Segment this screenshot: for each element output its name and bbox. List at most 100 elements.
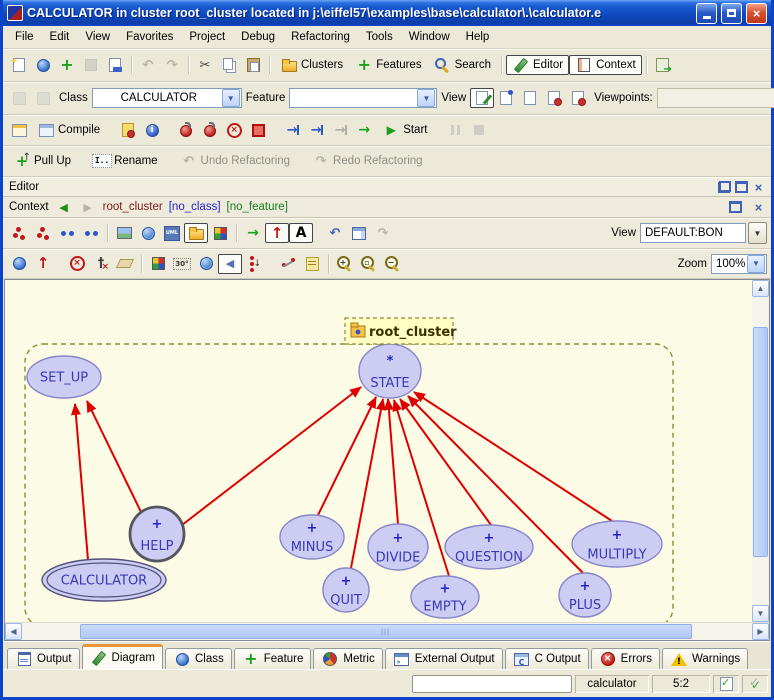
cut-icon[interactable]	[193, 55, 217, 75]
vertical-scrollbar[interactable]: ▲ ▼	[752, 280, 769, 622]
zoom-in-icon[interactable]	[333, 254, 357, 274]
minimize-button[interactable]	[696, 3, 717, 24]
scroll-right-button[interactable]: ▶	[752, 623, 769, 640]
close-button[interactable]: ×	[746, 3, 767, 24]
melt-icon[interactable]	[7, 120, 31, 140]
step-into-icon[interactable]	[280, 120, 304, 140]
contract-view-icon[interactable]	[542, 88, 566, 108]
context-maximize-icon[interactable]	[729, 201, 742, 213]
context-toggle[interactable]: Context	[569, 55, 642, 75]
diagram-node-multiply[interactable]: +MULTIPLY	[572, 521, 662, 567]
labels-icon[interactable]	[289, 223, 313, 243]
feature-combo[interactable]: ▼	[289, 88, 437, 108]
panel-restore-icon[interactable]	[718, 181, 731, 193]
features-button[interactable]: Features	[349, 55, 427, 75]
link-tool-icon[interactable]	[276, 254, 300, 274]
rotate-icon[interactable]	[170, 254, 194, 274]
menu-item-view[interactable]: View	[77, 28, 118, 46]
cluster-tag[interactable]: root_cluster	[345, 318, 457, 344]
class-links-icon[interactable]	[7, 223, 31, 243]
run-to-cursor-icon[interactable]	[352, 120, 376, 140]
color-legend-icon[interactable]	[208, 223, 232, 243]
copy-icon[interactable]	[217, 55, 241, 75]
zoom-out-icon[interactable]	[381, 254, 405, 274]
menu-item-favorites[interactable]: Favorites	[118, 28, 181, 46]
menu-item-help[interactable]: Help	[458, 28, 498, 46]
diagram-view-dropdown[interactable]: ▼	[748, 222, 767, 244]
tab-c-output[interactable]: C Output	[505, 648, 589, 669]
editor-view-icon[interactable]	[470, 88, 494, 108]
new-window-icon[interactable]	[7, 55, 31, 75]
diagram-undo-icon[interactable]	[323, 223, 347, 243]
menu-item-file[interactable]: File	[7, 28, 42, 46]
tab-external-output[interactable]: External Output	[385, 648, 503, 669]
inheritance-mode-icon[interactable]	[265, 223, 289, 243]
chevron-down-icon[interactable]: ▼	[747, 255, 765, 273]
new-inheritance-link-icon[interactable]	[31, 254, 55, 274]
diagram-view-combo[interactable]: DEFAULT:BON	[640, 223, 746, 243]
diagram-history-icon[interactable]	[347, 223, 371, 243]
editor-toggle[interactable]: Editor	[506, 55, 569, 75]
context-close-icon[interactable]: ×	[752, 201, 765, 213]
inheritance-edge-divide-to-state[interactable]	[388, 399, 398, 524]
panel-close-icon[interactable]: ×	[752, 181, 765, 193]
menu-item-tools[interactable]: Tools	[358, 28, 401, 46]
horizontal-scroll-thumb[interactable]	[80, 624, 692, 639]
tab-warnings[interactable]: Warnings	[662, 648, 748, 669]
external-editor-icon[interactable]	[651, 55, 675, 75]
new-class-icon[interactable]	[31, 55, 55, 75]
scroll-down-button[interactable]: ▼	[752, 605, 769, 622]
tab-diagram[interactable]: Diagram	[82, 644, 163, 669]
scroll-left-button[interactable]: ◀	[5, 623, 22, 640]
maximize-button[interactable]	[721, 3, 742, 24]
context-back-icon[interactable]	[55, 199, 73, 215]
flat-view-icon[interactable]	[494, 88, 518, 108]
inheritance-edge-calculator-to-set_up[interactable]	[75, 404, 88, 560]
horizontal-scroll-track[interactable]	[22, 623, 752, 640]
delete-icon[interactable]	[65, 254, 89, 274]
search-button[interactable]: Search	[428, 55, 497, 75]
menu-item-debug[interactable]: Debug	[233, 28, 283, 46]
clusters-button[interactable]: Clusters	[274, 55, 349, 75]
eraser-icon[interactable]	[113, 254, 137, 274]
client-links-icon[interactable]	[79, 223, 103, 243]
export-image-icon[interactable]	[112, 223, 136, 243]
class-combo[interactable]: CALCULATOR▼	[92, 88, 242, 108]
vertical-scroll-track[interactable]	[752, 297, 769, 605]
zoom-fit-icon[interactable]	[357, 254, 381, 274]
supplier-links-icon[interactable]	[55, 223, 79, 243]
debug-run-icon[interactable]	[174, 120, 198, 140]
diagram-node-empty[interactable]: +EMPTY	[411, 576, 479, 618]
tab-feature[interactable]: Feature	[234, 648, 312, 669]
diagram-node-set_up[interactable]: SET_UP	[27, 356, 101, 398]
diagram-node-quit[interactable]: +QUIT	[323, 568, 369, 612]
ignore-breakpoints-icon[interactable]	[222, 120, 246, 140]
inheritance-edge-help-to-set_up[interactable]	[87, 401, 141, 512]
zoom-combo[interactable]: 100%▼	[711, 254, 767, 274]
notes-icon[interactable]	[300, 254, 324, 274]
pull-up-button[interactable]: Pull Up	[7, 151, 77, 171]
client-supplier-mode-icon[interactable]	[241, 223, 265, 243]
chevron-down-icon[interactable]: ▼	[417, 89, 435, 107]
diagram-node-minus[interactable]: +MINUS	[280, 515, 344, 559]
back-view-icon[interactable]	[218, 254, 242, 274]
export-globe-icon[interactable]	[136, 223, 160, 243]
tab-output[interactable]: Output	[7, 648, 80, 669]
diagram-node-divide[interactable]: +DIVIDE	[368, 524, 428, 570]
save-all-icon[interactable]	[103, 55, 127, 75]
menu-item-window[interactable]: Window	[401, 28, 458, 46]
step-over-icon[interactable]	[304, 120, 328, 140]
new-feature-icon[interactable]	[55, 55, 79, 75]
tab-class[interactable]: Class	[165, 648, 232, 669]
sort-links-icon[interactable]	[242, 254, 266, 274]
vertical-scroll-thumb[interactable]	[753, 327, 768, 557]
menu-item-project[interactable]: Project	[181, 28, 233, 46]
diagram-node-state[interactable]: *STATE	[359, 344, 421, 398]
debug-attach-icon[interactable]	[198, 120, 222, 140]
text-view-icon[interactable]	[518, 88, 542, 108]
diagram-canvas[interactable]: SET_UP*STATE+HELPCALCULATOR+MINUS+QUIT+D…	[5, 280, 752, 622]
cluster-links-icon[interactable]	[31, 223, 55, 243]
fill-colors-icon[interactable]	[146, 254, 170, 274]
compile-button[interactable]: Compile	[31, 120, 106, 140]
menu-item-refactoring[interactable]: Refactoring	[283, 28, 358, 46]
